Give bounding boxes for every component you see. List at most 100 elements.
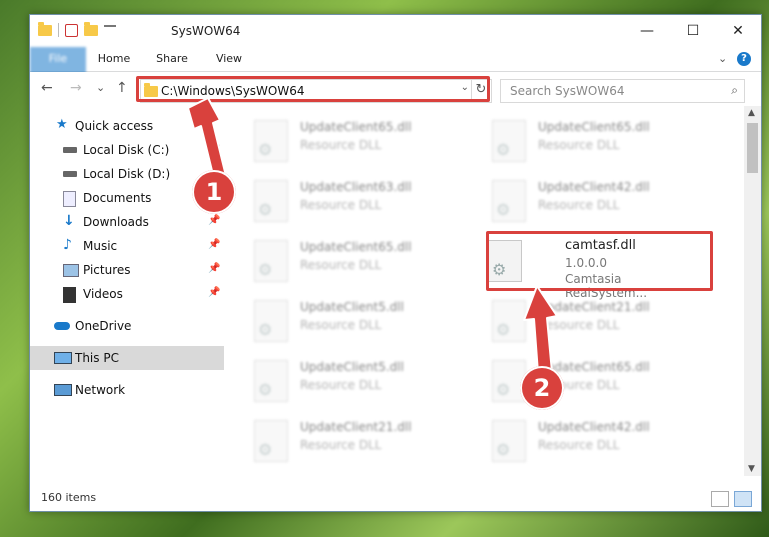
scroll-up-icon[interactable]: ▲ [748, 108, 755, 118]
search-input[interactable]: Search SysWOW64 [510, 84, 624, 98]
file-item[interactable]: ⚙ UpdateClient5.dll Resource DLL [224, 356, 454, 412]
videos-icon [63, 287, 76, 303]
sidebar-item-label: Local Disk (D:) [83, 167, 171, 181]
gear-icon: ⚙ [258, 200, 273, 219]
sidebar-item-onedrive[interactable]: OneDrive [30, 314, 224, 338]
folder-icon [144, 83, 158, 97]
gear-icon: ⚙ [258, 140, 273, 159]
pin-icon[interactable]: 📌 [208, 263, 220, 274]
pin-icon[interactable]: 📌 [208, 239, 220, 250]
gear-icon: ⚙ [258, 320, 273, 339]
file-name: camtasf.dll [565, 238, 636, 253]
large-icons-view-icon[interactable] [734, 491, 752, 507]
file-item[interactable]: ⚙ UpdateClient65.dll Resource DLL [224, 236, 454, 292]
folder-icon [38, 21, 52, 36]
sidebar-item-label: Pictures [83, 263, 131, 277]
gear-icon: ⚙ [258, 380, 273, 399]
tab-view[interactable]: View [201, 47, 257, 71]
file-type: Resource DLL [300, 198, 382, 212]
file-type: Resource DLL [300, 318, 382, 332]
search-icon[interactable]: ⌕ [731, 83, 738, 98]
documents-icon [63, 191, 76, 207]
file-type: Resource DLL [300, 258, 382, 272]
file-item[interactable]: ⚙ UpdateClient21.dll Resource DLL [462, 296, 692, 352]
navigation-pane: ★ Quick access Local Disk (C:) 📌 Local D… [30, 106, 224, 476]
sidebar-item-network[interactable]: Network [30, 378, 224, 402]
sidebar-item-label: OneDrive [75, 319, 132, 333]
sidebar-item-label: This PC [75, 351, 119, 365]
file-type: Resource DLL [300, 378, 382, 392]
address-path[interactable]: C:\Windows\SysWOW64 [161, 84, 305, 98]
sidebar-item-label: Downloads [83, 215, 149, 229]
pin-icon[interactable]: 📌 [208, 143, 220, 154]
file-item[interactable]: ⚙ UpdateClient63.dll Resource DLL [224, 176, 454, 232]
file-item[interactable]: ⚙ UpdateClient65.dll Resource DLL [462, 116, 692, 172]
sidebar-item-pictures[interactable]: Pictures 📌 [30, 258, 224, 282]
back-icon[interactable]: ← [41, 80, 53, 96]
file-item-camtasf-dll[interactable]: ⚙ camtasf.dll 1.0.0.0 Camtasia RealSyste… [462, 236, 692, 300]
status-bar: 160 items [30, 486, 761, 510]
refresh-icon[interactable]: ↻ [471, 79, 490, 101]
callout-badge-2: 2 [520, 366, 564, 410]
close-button[interactable]: ✕ [715, 15, 761, 47]
sidebar-item-videos[interactable]: Videos 📌 [30, 282, 224, 306]
gear-icon: ⚙ [496, 440, 511, 459]
file-name: UpdateClient65.dll [300, 120, 412, 134]
properties-icon[interactable] [65, 23, 78, 37]
forward-icon[interactable]: → [70, 80, 82, 96]
gear-icon: ⚙ [496, 140, 511, 159]
file-name: UpdateClient5.dll [300, 360, 404, 374]
up-icon[interactable]: ↑ [116, 80, 128, 96]
callout-badge-1: 1 [192, 170, 236, 214]
sidebar-item-label: Documents [83, 191, 152, 205]
sidebar-item-local-disk-c[interactable]: Local Disk (C:) 📌 [30, 138, 224, 162]
file-list: ⚙ UpdateClient65.dll Resource DLL ⚙ Upda… [224, 106, 744, 476]
file-name: UpdateClient42.dll [538, 180, 650, 194]
file-item[interactable]: ⚙ UpdateClient42.dll Resource DLL [462, 176, 692, 232]
expand-ribbon-icon[interactable]: ⌄ [718, 52, 727, 65]
file-type: Resource DLL [538, 438, 620, 452]
file-item[interactable]: ⚙ UpdateClient65.dll Resource DLL [462, 356, 692, 412]
star-icon: ★ [56, 117, 68, 132]
sidebar-item-music[interactable]: ♪ Music 📌 [30, 234, 224, 258]
file-item[interactable]: ⚙ UpdateClient5.dll Resource DLL [224, 296, 454, 352]
file-type: Resource DLL [538, 138, 620, 152]
gear-icon: ⚙ [258, 260, 273, 279]
download-icon: ↓ [63, 213, 75, 229]
minimize-button[interactable]: — [624, 15, 670, 47]
sidebar-item-downloads[interactable]: ↓ Downloads 📌 [30, 210, 224, 234]
sidebar-item-quick-access[interactable]: ★ Quick access [30, 114, 224, 138]
file-name: UpdateClient65.dll [300, 240, 412, 254]
file-type: Resource DLL [300, 438, 382, 452]
file-item[interactable]: ⚙ UpdateClient42.dll Resource DLL [462, 416, 692, 472]
file-name: UpdateClient21.dll [300, 420, 412, 434]
scroll-down-icon[interactable]: ▼ [748, 464, 755, 474]
file-name: UpdateClient63.dll [300, 180, 412, 194]
help-icon[interactable]: ? [737, 52, 751, 66]
new-folder-icon[interactable] [84, 21, 98, 36]
address-bar[interactable]: C:\Windows\SysWOW64 ⌄ [140, 79, 492, 103]
ribbon-tabs: File Home Share View ⌄ ? [30, 47, 761, 103]
music-icon: ♪ [63, 237, 72, 253]
file-item[interactable]: ⚙ UpdateClient21.dll Resource DLL [224, 416, 454, 472]
customize-toolbar-icon[interactable] [104, 25, 116, 35]
tab-home[interactable]: Home [86, 47, 142, 71]
pin-icon[interactable]: 📌 [208, 215, 220, 226]
file-name: UpdateClient21.dll [538, 300, 650, 314]
window-title: SysWOW64 [171, 24, 241, 38]
tab-share[interactable]: Share [144, 47, 200, 71]
pin-icon[interactable]: 📌 [208, 287, 220, 298]
details-view-icon[interactable] [711, 491, 729, 507]
address-dropdown-icon[interactable]: ⌄ [461, 82, 469, 93]
sidebar-item-label: Network [75, 383, 126, 397]
vertical-scrollbar[interactable]: ▲ ▼ [744, 106, 761, 476]
navigation-bar: ← → ⌄ ↑ C:\Windows\SysWOW64 ⌄ ↻ Search S… [30, 72, 761, 106]
search-box[interactable]: Search SysWOW64 ⌕ [500, 79, 745, 103]
gear-icon: ⚙ [496, 380, 511, 399]
sidebar-item-this-pc[interactable]: This PC [30, 346, 224, 370]
file-item[interactable]: ⚙ UpdateClient65.dll Resource DLL [224, 116, 454, 172]
recent-locations-icon[interactable]: ⌄ [96, 81, 105, 94]
scroll-thumb[interactable] [747, 123, 758, 173]
maximize-button[interactable]: ☐ [670, 15, 716, 47]
sidebar-item-label: Quick access [75, 119, 154, 133]
